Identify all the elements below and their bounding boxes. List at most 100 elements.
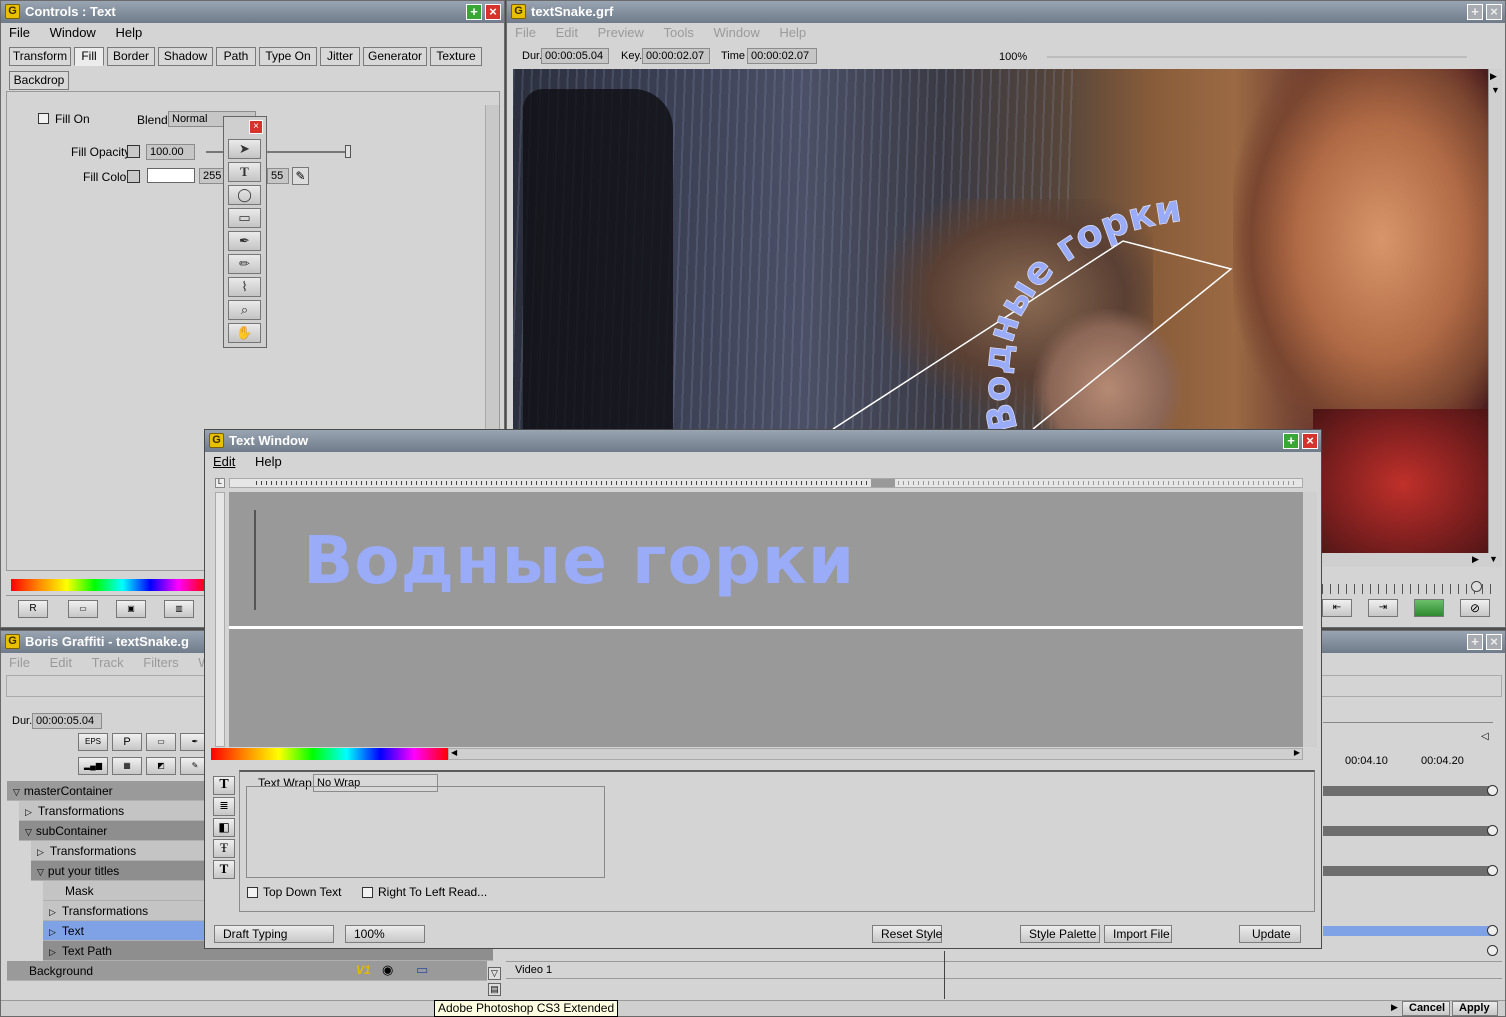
expand-right-icon[interactable]: ▷ bbox=[31, 847, 50, 857]
apply-button[interactable]: Apply bbox=[1452, 1001, 1498, 1016]
tab-backdrop[interactable]: Backdrop bbox=[9, 71, 69, 90]
expand-right-icon[interactable]: ▷ bbox=[43, 927, 62, 937]
maximize-icon[interactable]: + bbox=[466, 4, 482, 20]
timeline-dur-value[interactable]: 00:00:05.04 bbox=[32, 713, 102, 729]
track-down-icon[interactable]: ▽ bbox=[488, 967, 501, 980]
fill-on-checkbox[interactable] bbox=[38, 113, 49, 124]
step-back-button[interactable]: ⇤ bbox=[1322, 599, 1352, 617]
text-color-spectrum[interactable] bbox=[211, 748, 448, 760]
pencil-tool-icon[interactable]: ✏ bbox=[228, 254, 261, 274]
menu-edit[interactable]: Edit bbox=[205, 452, 243, 472]
fill-style-icon[interactable]: ◧ bbox=[213, 818, 235, 837]
color-spectrum-bar[interactable] bbox=[11, 579, 206, 591]
expand-right-icon[interactable]: ▷ bbox=[43, 947, 62, 957]
maximize-icon[interactable]: + bbox=[1467, 4, 1483, 20]
text-hscrollbar[interactable]: ◀ ▶ bbox=[448, 748, 1303, 760]
menu-window[interactable]: Window bbox=[705, 23, 767, 43]
preview-titlebar[interactable]: G textSnake.grf + × bbox=[507, 1, 1505, 23]
menu-help[interactable]: Help bbox=[771, 23, 814, 43]
keyframe-end-5[interactable] bbox=[1487, 945, 1498, 956]
time-value[interactable]: 00:00:02.07 bbox=[747, 48, 817, 64]
tab-path[interactable]: Path bbox=[216, 47, 256, 66]
key-value[interactable]: 00:00:02.07 bbox=[642, 48, 710, 64]
video-track-row[interactable]: Video 1 bbox=[506, 961, 1502, 979]
expand-right-icon[interactable]: ▷ bbox=[19, 807, 38, 817]
menu-help[interactable]: Help bbox=[247, 452, 290, 472]
top-down-text-checkbox[interactable] bbox=[247, 887, 258, 898]
update-button[interactable]: Update bbox=[1239, 925, 1301, 943]
ruler-selection[interactable] bbox=[871, 479, 895, 487]
ruler-handle-icon[interactable]: ◁ bbox=[1481, 731, 1489, 742]
frame-button-1[interactable]: ▭ bbox=[68, 600, 98, 618]
scroll-right-arrow-icon[interactable]: ▶ bbox=[1490, 71, 1497, 82]
menu-preview[interactable]: Preview bbox=[590, 23, 652, 43]
ruler-corner-icon[interactable]: L bbox=[215, 478, 225, 488]
hscroll-right-arrow-icon[interactable]: ▶ bbox=[1472, 554, 1479, 565]
track-bar-master[interactable] bbox=[1323, 786, 1493, 796]
tab-shadow[interactable]: Shadow bbox=[158, 47, 213, 66]
reset-r-button[interactable]: R bbox=[18, 600, 48, 618]
text-vscrollbar[interactable] bbox=[1303, 492, 1317, 747]
draft-typing-button[interactable]: Draft Typing bbox=[214, 925, 334, 943]
close-icon[interactable]: × bbox=[1486, 4, 1502, 20]
expand-down-icon[interactable]: ▽ bbox=[7, 787, 24, 797]
hscroll-down-arrow-icon[interactable]: ▼ bbox=[1489, 554, 1498, 564]
zoom-tool-icon[interactable]: ⌕ bbox=[228, 300, 261, 320]
fill-color-swatch[interactable] bbox=[147, 168, 195, 183]
preview-scrub-track[interactable] bbox=[1322, 584, 1492, 594]
keyframe-end-1[interactable] bbox=[1487, 785, 1498, 796]
pen-tool-icon[interactable]: ✒ bbox=[228, 231, 261, 251]
step-forward-button[interactable]: ⇥ bbox=[1368, 599, 1398, 617]
outline-text-icon[interactable]: Ŧ bbox=[213, 839, 235, 858]
shadow-text-icon[interactable]: T bbox=[213, 860, 235, 879]
style-palette-button[interactable]: Style Palette bbox=[1020, 925, 1100, 943]
playhead-line[interactable] bbox=[944, 951, 945, 999]
expand-down-icon[interactable]: ▽ bbox=[31, 867, 48, 877]
scroll-left-icon[interactable]: ◀ bbox=[451, 748, 457, 757]
import-file-button[interactable]: Import File bbox=[1104, 925, 1172, 943]
keyframe-end-2[interactable] bbox=[1487, 825, 1498, 836]
track-bar-sub[interactable] bbox=[1323, 826, 1493, 836]
menu-filters[interactable]: Filters bbox=[135, 653, 186, 673]
fill-color-b[interactable]: 55 bbox=[267, 168, 289, 184]
expand-down-icon[interactable]: ▽ bbox=[19, 827, 36, 837]
keyframe-end-3[interactable] bbox=[1487, 865, 1498, 876]
preview-hscrollbar[interactable]: ▶ ▼ bbox=[1317, 553, 1502, 567]
text-style-icon[interactable]: T bbox=[213, 776, 235, 795]
maximize-icon[interactable]: + bbox=[1467, 634, 1483, 650]
eyedropper-icon[interactable]: ✎ bbox=[292, 167, 309, 185]
right-to-left-checkbox[interactable] bbox=[362, 887, 373, 898]
tab-generator[interactable]: Generator bbox=[363, 47, 427, 66]
cancel-button[interactable]: Cancel bbox=[1402, 1001, 1450, 1016]
menu-tools[interactable]: Tools bbox=[655, 23, 701, 43]
tab-jitter[interactable]: Jitter bbox=[320, 47, 360, 66]
horizontal-ruler[interactable] bbox=[229, 478, 1303, 488]
arrow-tool-icon[interactable]: ➤ bbox=[228, 139, 261, 159]
paragraph-style-icon[interactable]: ≣ bbox=[213, 797, 235, 816]
tab-fill[interactable]: Fill bbox=[74, 47, 104, 66]
text-content[interactable]: Водные горки bbox=[303, 522, 855, 599]
text-window-titlebar[interactable]: G Text Window + × bbox=[205, 430, 1321, 452]
menu-file[interactable]: File bbox=[1, 23, 38, 43]
close-icon[interactable]: × bbox=[485, 4, 501, 20]
vertical-ruler[interactable] bbox=[215, 492, 225, 747]
eps-button[interactable]: EPS bbox=[78, 733, 108, 751]
frame-button-3[interactable]: ▥ bbox=[164, 600, 194, 618]
menu-edit[interactable]: Edit bbox=[42, 653, 80, 673]
controls-titlebar[interactable]: G Controls : Text + × bbox=[1, 1, 504, 23]
text-tool-icon[interactable]: T bbox=[228, 162, 261, 182]
menu-help[interactable]: Help bbox=[107, 23, 150, 43]
film-icon[interactable]: ▤ bbox=[488, 983, 501, 996]
rectangle-tool-icon[interactable]: ▭ bbox=[228, 208, 261, 228]
text-edit-area[interactable]: Водные горки bbox=[229, 492, 1303, 747]
levels-icon[interactable]: ▂▄▆ bbox=[78, 757, 108, 775]
scroll-down-arrow-icon[interactable]: ▼ bbox=[1491, 85, 1500, 95]
status-arrow-icon[interactable]: ▶ bbox=[1391, 1002, 1398, 1013]
tab-transform[interactable]: Transform bbox=[9, 47, 71, 66]
expand-right-icon[interactable]: ▷ bbox=[43, 907, 62, 917]
tab-type-on[interactable]: Type On bbox=[259, 47, 317, 66]
menu-track[interactable]: Track bbox=[84, 653, 132, 673]
tab-border[interactable]: Border bbox=[107, 47, 155, 66]
tab-texture[interactable]: Texture bbox=[430, 47, 482, 66]
frame-button-2[interactable]: ▣ bbox=[116, 600, 146, 618]
